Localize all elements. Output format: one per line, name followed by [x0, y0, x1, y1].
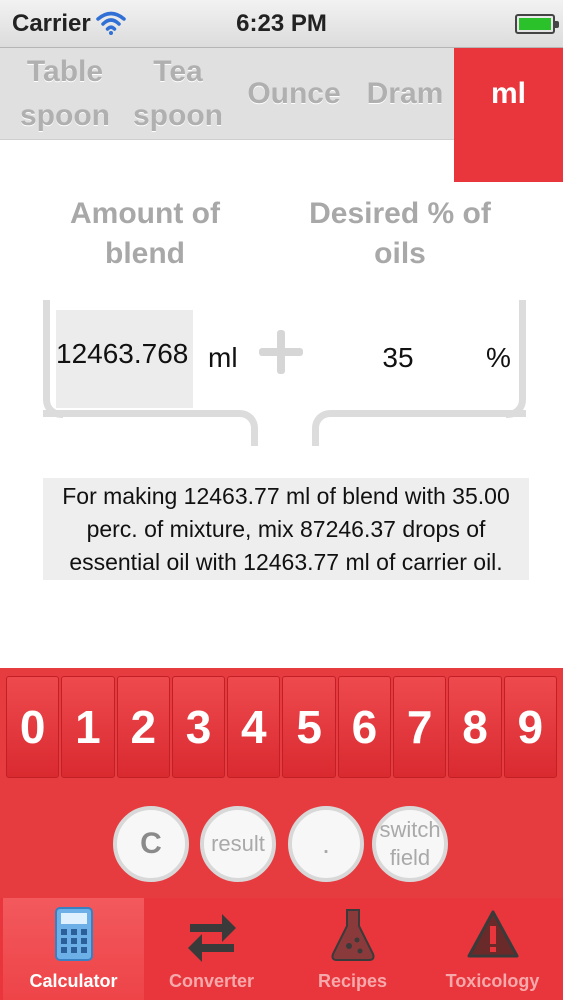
- amount-unit: ml: [208, 342, 238, 373]
- digit-key-2[interactable]: 2: [116, 676, 170, 778]
- digit-key-8[interactable]: 8: [448, 676, 502, 778]
- amount-value: 12463.768: [56, 338, 189, 369]
- digit-key-3[interactable]: 3: [171, 676, 226, 778]
- tab-label: Calculator: [29, 971, 118, 991]
- unit-tab-ml[interactable]: ml: [454, 48, 563, 182]
- battery-icon: [515, 14, 559, 34]
- right-bracket-decoration: [312, 410, 526, 446]
- digit-key-7[interactable]: 7: [393, 676, 447, 778]
- decimal-button[interactable]: .: [288, 806, 364, 882]
- clear-button[interactable]: C: [113, 806, 189, 882]
- unit-tab-label: Ounce: [247, 77, 341, 110]
- unit-tab-teaspoon[interactable]: Tea spoon: [122, 48, 234, 140]
- calculator-icon: [55, 907, 93, 961]
- result-button[interactable]: result: [200, 806, 276, 882]
- tab-label: Toxicology: [445, 971, 540, 991]
- warning-icon: [467, 910, 519, 958]
- unit-tab-label: spoon: [133, 99, 223, 132]
- flask-icon: [331, 909, 375, 961]
- keypad: 0 1 2 3 4 5 6 7 8 9 C result . switch fie…: [0, 668, 563, 898]
- unit-tab-label: spoon: [20, 99, 110, 132]
- digit-key-0[interactable]: 0: [6, 676, 60, 778]
- digit-row: 0 1 2 3 4 5 6 7 8 9: [6, 676, 557, 778]
- unit-tab-label: ml: [490, 77, 526, 110]
- unit-tab-bar: Table spoon Tea spoon Ounce Dram ml: [0, 48, 563, 182]
- digit-key-5[interactable]: 5: [282, 676, 336, 778]
- plus-icon: [259, 330, 303, 374]
- amount-label: Amount of blend: [70, 197, 220, 270]
- tab-label: Recipes: [317, 971, 388, 991]
- unit-tab-tablespoon[interactable]: Table spoon: [10, 48, 120, 140]
- digit-key-9[interactable]: 9: [503, 676, 557, 778]
- digit-key-6[interactable]: 6: [337, 676, 392, 778]
- switch-field-button[interactable]: switch field: [372, 806, 448, 882]
- tab-bar: Calculator Converter Recipes Toxicology: [0, 898, 563, 1000]
- tab-recipes[interactable]: Recipes: [282, 898, 423, 1000]
- clock: 6:23 PM: [236, 10, 327, 37]
- percent-label: Desired % of oils: [309, 197, 491, 270]
- tab-calculator[interactable]: Calculator: [3, 898, 144, 1000]
- unit-tab-label: Tea: [153, 55, 203, 88]
- unit-tab-ounce[interactable]: Ounce: [238, 48, 350, 140]
- digit-key-4[interactable]: 4: [227, 676, 281, 778]
- tab-converter[interactable]: Converter: [141, 898, 282, 1000]
- swap-arrows-icon: [188, 914, 236, 962]
- percent-unit: %: [486, 342, 511, 373]
- result-text: For making 12463.77 ml of blend with 35.…: [43, 478, 529, 580]
- tab-toxicology[interactable]: Toxicology: [422, 898, 563, 1000]
- unit-tab-dram[interactable]: Dram: [354, 48, 456, 140]
- unit-tab-label: Table: [26, 55, 104, 88]
- tab-label: Converter: [168, 971, 255, 991]
- status-bar: Carrier 6:23 PM: [0, 0, 563, 48]
- digit-key-1[interactable]: 1: [61, 676, 115, 778]
- unit-tab-label: Dram: [366, 77, 444, 110]
- percent-field[interactable]: 35: [360, 342, 436, 374]
- left-bracket-decoration: [43, 410, 258, 446]
